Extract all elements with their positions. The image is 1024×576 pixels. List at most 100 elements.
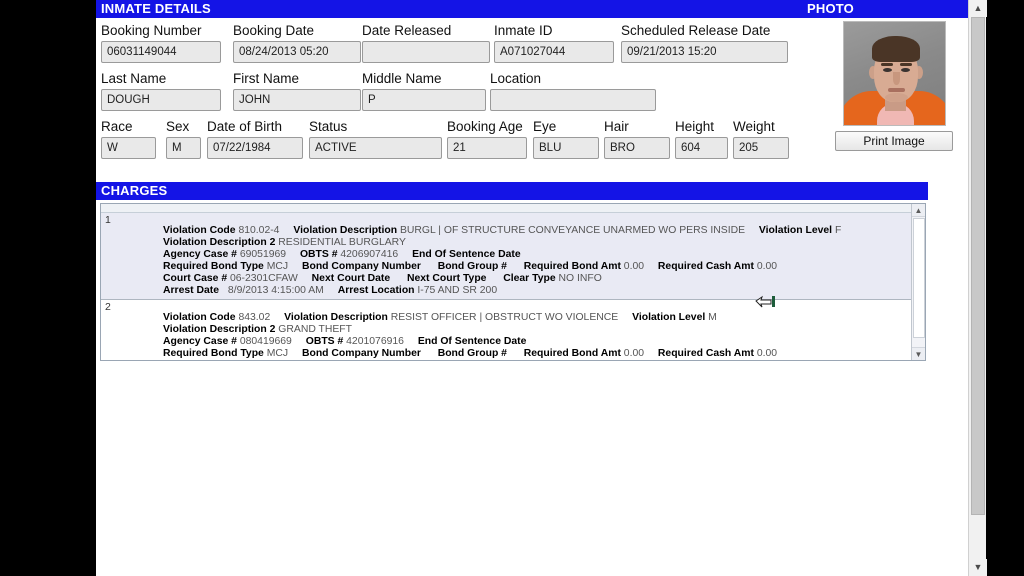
field-sex[interactable]: Sex M [166, 119, 201, 159]
value-violation-level: M [708, 312, 717, 324]
label-required-bond-amt: Required Bond Amt [523, 348, 621, 360]
label-violation-description-2: Violation Description 2 [163, 324, 276, 336]
field-booking-date[interactable]: Booking Date 08/24/2013 05:20 [233, 23, 361, 63]
inmate-details-form: Booking Number 06031149044 Booking Date … [96, 18, 986, 182]
input-location[interactable] [490, 89, 656, 111]
screenshot-root: INMATE DETAILS PHOTO Booking Number 0603… [0, 0, 1024, 576]
value-required-bond-type: MCJ [266, 348, 289, 360]
label-arrest-date: Arrest Date [163, 284, 220, 296]
input-sex[interactable]: M [166, 137, 201, 159]
input-date-of-birth[interactable]: 07/22/1984 [207, 137, 303, 159]
input-middle-name[interactable]: P [362, 89, 486, 111]
label-status: Status [309, 119, 348, 134]
input-date-released[interactable] [362, 41, 490, 63]
field-eye[interactable]: Eye BLU [533, 119, 599, 159]
field-booking-number[interactable]: Booking Number 06031149044 [101, 23, 221, 63]
label-clear-type: Clear Type [503, 272, 556, 284]
label-eye: Eye [533, 119, 557, 134]
label-bond-company-number: Bond Company Number [301, 260, 421, 272]
label-next-court-type: Next Court Type [395, 360, 474, 361]
charge-details: Violation Code 843.02 Violation Descript… [163, 302, 925, 361]
value-arrest-date: 8/9/2013 4:15:00 AM [227, 284, 324, 296]
value-clear-type: NO INFO [558, 272, 602, 284]
charge-details: Violation Code 810.02-4 Violation Descri… [163, 215, 925, 296]
input-booking-number[interactable]: 06031149044 [101, 41, 221, 63]
label-weight: Weight [733, 119, 775, 134]
label-race: Race [101, 119, 133, 134]
value-obts: 4206907416 [340, 248, 399, 260]
label-last-name: Last Name [101, 71, 167, 86]
browser-scroll-thumb[interactable] [971, 17, 985, 515]
grid-scroll-up-arrow[interactable]: ▲ [912, 204, 925, 217]
input-eye[interactable]: BLU [533, 137, 599, 159]
label-booking-date: Booking Date [233, 23, 315, 38]
label-obts: OBTS # [305, 336, 344, 348]
input-hair[interactable]: BRO [604, 137, 670, 159]
label-bond-group: Bond Group # [437, 260, 507, 272]
browser-scroll-down-arrow[interactable]: ▼ [969, 559, 987, 576]
field-height[interactable]: Height 604 [675, 119, 728, 159]
input-first-name[interactable]: JOHN [233, 89, 361, 111]
label-next-court-date: Next Court Date [311, 272, 391, 284]
print-image-button[interactable]: Print Image [835, 131, 953, 151]
charges-header: CHARGES [96, 182, 928, 200]
field-status[interactable]: Status ACTIVE [309, 119, 442, 159]
value-arrest-location: I-75 AND SR 200 [417, 284, 498, 296]
field-race[interactable]: Race W [101, 119, 156, 159]
mugshot-image [842, 21, 946, 126]
input-status[interactable]: ACTIVE [309, 137, 442, 159]
label-next-court-date: Next Court Date [299, 360, 378, 361]
field-scheduled-release-date[interactable]: Scheduled Release Date 09/21/2013 15:20 [621, 23, 788, 63]
input-booking-age[interactable]: 21 [447, 137, 527, 159]
input-height[interactable]: 604 [675, 137, 728, 159]
field-weight[interactable]: Weight 205 [733, 119, 789, 159]
label-booking-age: Booking Age [447, 119, 523, 134]
value-court-case: 06-2301CFAW [230, 272, 298, 284]
value-violation-code: 810.02-4 [238, 225, 280, 236]
grid-scroll-thumb[interactable] [913, 218, 925, 338]
field-first-name[interactable]: First Name JOHN [233, 71, 361, 111]
charges-grid[interactable]: 1 Violation Code 810.02-4 Violation Desc… [100, 203, 926, 361]
charges-grid-scrollbar[interactable]: ▲ ▼ [911, 204, 925, 360]
field-inmate-id[interactable]: Inmate ID A071027044 [494, 23, 614, 63]
field-hair[interactable]: Hair BRO [604, 119, 670, 159]
label-required-cash-amt: Required Cash Amt [657, 260, 754, 272]
input-race[interactable]: W [101, 137, 156, 159]
label-hair: Hair [604, 119, 629, 134]
input-booking-date[interactable]: 08/24/2013 05:20 [233, 41, 361, 63]
field-booking-age[interactable]: Booking Age 21 [447, 119, 527, 159]
value-agency-case: 69051969 [239, 248, 287, 260]
label-required-bond-type: Required Bond Type [163, 348, 264, 360]
top-section-bars: INMATE DETAILS PHOTO [96, 0, 986, 18]
value-court-case: 08-3619MM [230, 360, 285, 361]
value-violation-description: RESIST OFFICER | OBSTRUCT WO VIOLENCE [390, 312, 619, 324]
field-date-released[interactable]: Date Released [362, 23, 490, 63]
input-weight[interactable]: 205 [733, 137, 789, 159]
label-end-of-sentence-date: End Of Sentence Date [417, 336, 527, 348]
label-bond-group: Bond Group # [437, 348, 507, 360]
label-court-case: Court Case # [163, 360, 227, 361]
label-violation-description: Violation Description [284, 312, 388, 324]
charge-index: 2 [105, 301, 111, 314]
label-date-released: Date Released [362, 23, 452, 38]
label-violation-code: Violation Code [163, 312, 236, 324]
value-violation-description-2: RESIDENTIAL BURGLARY [278, 236, 406, 248]
browser-vertical-scrollbar[interactable]: ▲ ▼ [968, 0, 987, 576]
field-location[interactable]: Location [490, 71, 656, 111]
label-location: Location [490, 71, 542, 86]
charge-row[interactable]: 2 Violation Code 843.02 Violation Descri… [101, 300, 925, 361]
input-scheduled-release-date[interactable]: 09/21/2013 15:20 [621, 41, 788, 63]
field-last-name[interactable]: Last Name DOUGH [101, 71, 221, 111]
field-middle-name[interactable]: Middle Name P [362, 71, 486, 111]
label-bond-company-number: Bond Company Number [301, 348, 421, 360]
label-required-cash-amt: Required Cash Amt [657, 348, 754, 360]
input-inmate-id[interactable]: A071027044 [494, 41, 614, 63]
charge-row[interactable]: 1 Violation Code 810.02-4 Violation Desc… [101, 213, 925, 301]
label-violation-description-2: Violation Description 2 [163, 236, 276, 248]
value-violation-level: F [834, 225, 842, 236]
browser-scroll-up-arrow[interactable]: ▲ [969, 0, 987, 17]
input-last-name[interactable]: DOUGH [101, 89, 221, 111]
grid-scroll-down-arrow[interactable]: ▼ [912, 347, 925, 360]
label-end-of-sentence-date: End Of Sentence Date [412, 248, 521, 260]
field-date-of-birth[interactable]: Date of Birth 07/22/1984 [207, 119, 303, 159]
